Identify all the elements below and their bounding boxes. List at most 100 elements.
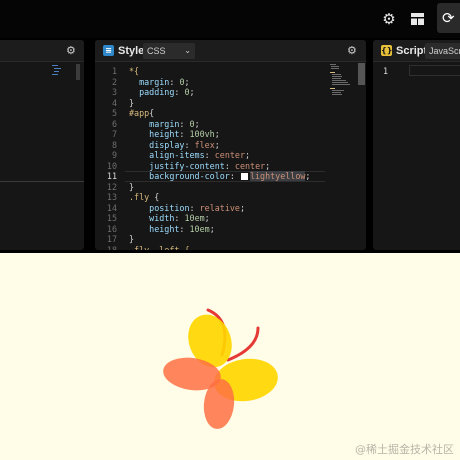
code-token: ; — [194, 118, 200, 129]
butterfly-antenna — [226, 326, 260, 362]
code-token: 10em — [189, 223, 210, 234]
html-divider — [0, 181, 84, 182]
code-token: ; — [239, 202, 245, 213]
css-panel-title: Style — [118, 45, 145, 57]
line-number: 15 — [106, 213, 117, 223]
code-token: *{ — [129, 66, 140, 76]
line-number: 14 — [106, 202, 117, 213]
code-token: { — [154, 192, 160, 202]
line-number: 16 — [106, 223, 117, 234]
code-token: .fly .left { — [129, 244, 190, 251]
code-token: position — [129, 202, 190, 213]
butterfly-graphic — [163, 308, 278, 429]
color-swatch[interactable] — [240, 173, 248, 180]
code-line: .fly { — [129, 192, 159, 203]
gear-icon[interactable]: ⚙ — [66, 43, 76, 59]
code-line: *{ — [129, 66, 139, 77]
js-panel-header: {} Script JavaScript — [373, 40, 460, 62]
code-token: ; — [214, 139, 220, 150]
chevron-down-icon: ⌄ — [184, 46, 191, 55]
code-line: display: flex; — [129, 140, 220, 151]
line-number: 5 — [111, 108, 117, 118]
vertical-scrollbar[interactable] — [358, 63, 365, 85]
code-token: ; — [184, 76, 190, 87]
code-token: : — [204, 150, 215, 160]
code-token: ; — [209, 223, 215, 234]
code-token: center — [234, 160, 266, 171]
line-number: 12 — [106, 181, 117, 192]
code-token: height — [129, 129, 180, 139]
code-token: : — [224, 160, 235, 171]
line-number: 1 — [383, 66, 389, 76]
code-token: flex — [194, 139, 215, 150]
code-token: : — [179, 118, 190, 129]
code-token: padding — [129, 87, 175, 97]
line-number: 17 — [106, 234, 117, 244]
code-line: width: 10em; — [129, 213, 210, 224]
code-token: ; — [214, 129, 220, 139]
code-token: .fly — [129, 192, 155, 202]
line-number: 11 — [106, 171, 117, 181]
code-line: background-color: lightyellow; — [129, 171, 310, 182]
run-button[interactable]: ⟳ — [437, 3, 460, 33]
code-token: 10em — [184, 213, 205, 223]
line-number: 1 — [111, 66, 117, 76]
line-number: 18 — [106, 244, 117, 251]
css-language-value: CSS — [147, 46, 166, 56]
js-language-select[interactable]: JavaScript — [425, 43, 460, 59]
code-line: .fly .left { — [129, 245, 190, 251]
code-token: height — [129, 223, 180, 234]
code-token: align-items — [129, 150, 205, 160]
run-icon: ⟳ — [442, 9, 455, 27]
code-token: ; — [204, 213, 210, 223]
code-token: center — [214, 150, 245, 160]
gear-icon[interactable]: ⚙ — [347, 43, 357, 59]
code-minimap[interactable] — [328, 63, 356, 103]
line-number: 9 — [111, 150, 117, 160]
line-number: 8 — [111, 139, 117, 150]
code-line: padding: 0; — [129, 87, 195, 98]
html-scrollbar[interactable] — [76, 64, 80, 80]
code-token: : — [174, 87, 185, 97]
code-token: lightyellow — [249, 171, 306, 181]
code-token: : — [169, 76, 180, 87]
line-number: 4 — [111, 97, 117, 108]
css-language-select[interactable]: CSS ⌄ — [143, 43, 195, 59]
code-token: relative — [199, 202, 240, 213]
html-minimap — [52, 65, 61, 75]
code-token: margin — [129, 118, 180, 129]
line-gutter: 1 2 3 4 5 6 7 8 9 10 11 12 13 14 15 16 17 18 — [95, 63, 125, 250]
gear-icon[interactable]: ⚙ — [378, 8, 400, 30]
code-line: justify-content: center; — [129, 161, 270, 172]
code-line: } — [129, 182, 134, 193]
code-token: } — [129, 97, 135, 108]
code-line: position: relative; — [129, 203, 245, 214]
code-line: align-items: center; — [129, 150, 250, 161]
top-toolbar: ⚙ ⟳ — [0, 0, 460, 38]
css-badge-icon: ≡ — [103, 45, 114, 56]
code-token: ; — [305, 171, 311, 181]
preview-pane: @稀土掘金技术社区 — [0, 253, 460, 460]
html-panel-header: ⚙ — [0, 40, 84, 62]
code-token: ; — [245, 150, 251, 160]
line-number: 6 — [111, 118, 117, 129]
code-line: height: 10em; — [129, 224, 215, 235]
code-line: margin: 0; — [129, 118, 200, 130]
code-token: margin — [129, 76, 170, 87]
layout-icon[interactable] — [406, 8, 428, 30]
watermark: @稀土掘金技术社区 — [355, 443, 454, 456]
js-code-editor[interactable]: 1 — [373, 63, 460, 250]
code-token: } — [129, 234, 135, 244]
js-panel: {} Script JavaScript 1 — [373, 40, 460, 250]
line-number: 2 — [111, 76, 117, 87]
css-panel: ≡ Style CSS ⌄ ⚙ 1 2 3 4 5 6 7 8 9 10 11 12 13 14 15 16 1… — [95, 40, 366, 250]
code-token: background-color — [129, 171, 230, 181]
code-line: margin: 0; — [129, 76, 190, 88]
code-token: ; — [265, 160, 271, 171]
code-token: : — [184, 139, 195, 150]
code-token: : — [179, 223, 190, 234]
code-line: } — [129, 98, 134, 109]
css-code-editor[interactable]: 1 2 3 4 5 6 7 8 9 10 11 12 13 14 15 16 17 18 *{ margin: 0… — [95, 63, 366, 250]
css-panel-header: ≡ Style CSS ⌄ ⚙ — [95, 40, 366, 62]
code-line: height: 100vh; — [129, 129, 220, 140]
